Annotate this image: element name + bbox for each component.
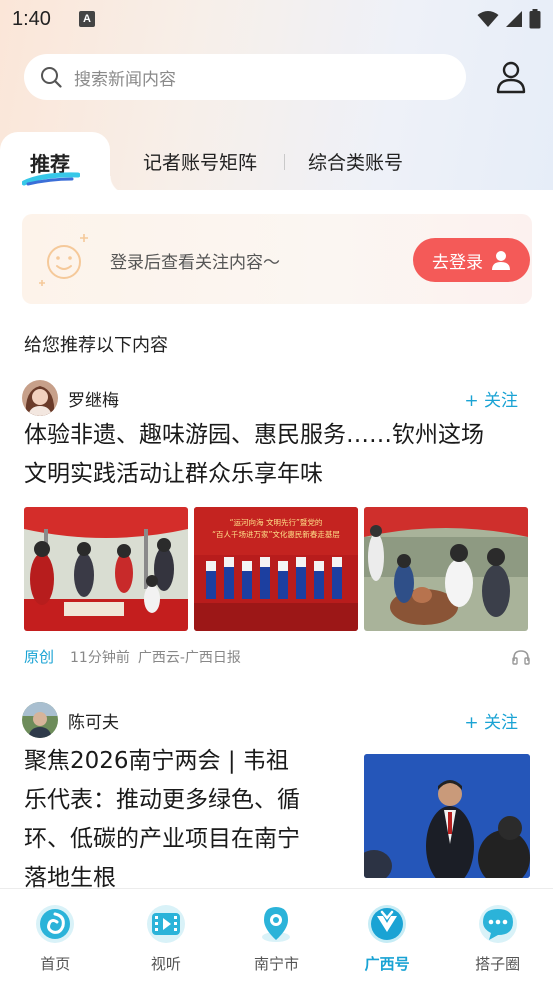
- chat-icon: [478, 905, 517, 943]
- nav-nanning[interactable]: 南宁市: [221, 889, 332, 984]
- tab-reporter-accounts[interactable]: 记者账号矩阵: [143, 148, 257, 175]
- status-time: 1:40: [12, 7, 51, 30]
- avatar[interactable]: [22, 702, 58, 738]
- status-bar: 1:40 A: [0, 0, 553, 38]
- bottom-navigation: 首页 视听 南宁市 广西号 搭子圈: [0, 888, 553, 984]
- nav-label: 广西号: [364, 955, 410, 973]
- smile-face-icon: [39, 234, 88, 286]
- headline-line: 聚焦2026南宁两会 | 韦祖: [24, 748, 289, 774]
- nav-dazi-circle[interactable]: 搭子圈: [442, 889, 553, 984]
- article-source: 广西云-广西日报: [137, 649, 241, 666]
- video-icon: [146, 905, 185, 943]
- login-prompt-card: 登录后查看关注内容～ 去登录: [22, 214, 532, 304]
- search-placeholder: 搜索新闻内容: [74, 69, 176, 90]
- search-input[interactable]: 搜索新闻内容: [24, 54, 466, 100]
- location-icon: [262, 907, 291, 942]
- nav-video[interactable]: 视听: [111, 889, 222, 984]
- author-name: 罗继梅: [68, 390, 119, 411]
- nav-label: 搭子圈: [475, 955, 521, 973]
- article-headline[interactable]: 体验非遗、趣味游园、惠民服务……钦州这场 文明实践活动让群众乐享年味: [24, 416, 484, 494]
- tab-divider: [284, 154, 285, 170]
- status-icons: [477, 9, 541, 29]
- search-icon: [41, 67, 62, 88]
- nav-label: 南宁市: [253, 955, 299, 973]
- notification-icon: A: [78, 11, 95, 27]
- headline-line: 落地生根: [24, 865, 116, 890]
- publish-time: 11分钟前: [70, 649, 130, 666]
- go-login-label: 去登录: [432, 252, 483, 273]
- nav-home[interactable]: 首页: [0, 889, 111, 984]
- nav-label: 视听: [150, 955, 181, 973]
- go-login-button[interactable]: 去登录: [413, 238, 530, 282]
- author-row: 陈可夫 + 关注: [22, 700, 532, 740]
- guangxi-hao-icon: [368, 905, 407, 943]
- article-thumbnail[interactable]: “运河向海 文明先行”暨党的 “百人千场进万家”文化惠民新春走基层: [194, 507, 358, 631]
- category-tabs: 推荐 记者账号矩阵 综合类账号: [0, 130, 553, 194]
- author-row: 罗继梅 + 关注: [22, 378, 532, 418]
- feed-content: 登录后查看关注内容～ 去登录 给您推荐以下内容 罗继梅 + 关注 体验非遗、趣味…: [0, 190, 553, 890]
- user-profile-icon[interactable]: [494, 60, 528, 94]
- recommend-section-title: 给您推荐以下内容: [24, 335, 168, 356]
- headline-line: 乐代表：推动更多绿色、循: [24, 787, 300, 813]
- svg-text:“百人千场进万家”文化惠民新春走基层: “百人千场进万家”文化惠民新春走基层: [212, 529, 340, 539]
- headline-line: 环、低碳的产业项目在南宁: [24, 826, 300, 852]
- headline-line: 文明实践活动让群众乐享年味: [24, 461, 323, 487]
- tab-general-accounts[interactable]: 综合类账号: [308, 148, 403, 175]
- battery-icon: [529, 9, 541, 29]
- follow-button[interactable]: + 关注: [464, 386, 518, 411]
- svg-text:“运河向海 文明先行”暨党的: “运河向海 文明先行”暨党的: [230, 517, 323, 527]
- original-tag: 原创: [24, 648, 55, 666]
- article-thumbnail[interactable]: [24, 507, 188, 631]
- avatar[interactable]: [22, 380, 58, 416]
- search-row: 搜索新闻内容: [0, 54, 553, 100]
- author-name: 陈可夫: [68, 712, 119, 733]
- article-separator: [0, 684, 553, 694]
- article-headline[interactable]: 聚焦2026南宁两会 | 韦祖 乐代表：推动更多绿色、循 环、低碳的产业项目在南…: [24, 742, 344, 890]
- nav-label: 首页: [40, 955, 71, 973]
- article-thumbnail[interactable]: [364, 507, 528, 631]
- login-prompt-text: 登录后查看关注内容～: [110, 253, 280, 273]
- article-meta: 原创 11分钟前 广西云-广西日报: [24, 646, 530, 667]
- article-image-row: “运河向海 文明先行”暨党的 “百人千场进万家”文化惠民新春走基层: [24, 507, 528, 631]
- nav-guangxi-hao[interactable]: 广西号: [332, 889, 443, 984]
- article-thumbnail[interactable]: [364, 754, 530, 878]
- follow-button[interactable]: + 关注: [464, 708, 518, 733]
- tab-active-indicator: [22, 172, 80, 186]
- wifi-icon: [477, 11, 499, 27]
- headline-line: 体验非遗、趣味游园、惠民服务……钦州这场: [24, 422, 484, 448]
- user-icon: [492, 251, 510, 270]
- home-icon: [36, 905, 75, 943]
- headphone-icon[interactable]: [512, 649, 530, 665]
- signal-icon: [506, 11, 522, 27]
